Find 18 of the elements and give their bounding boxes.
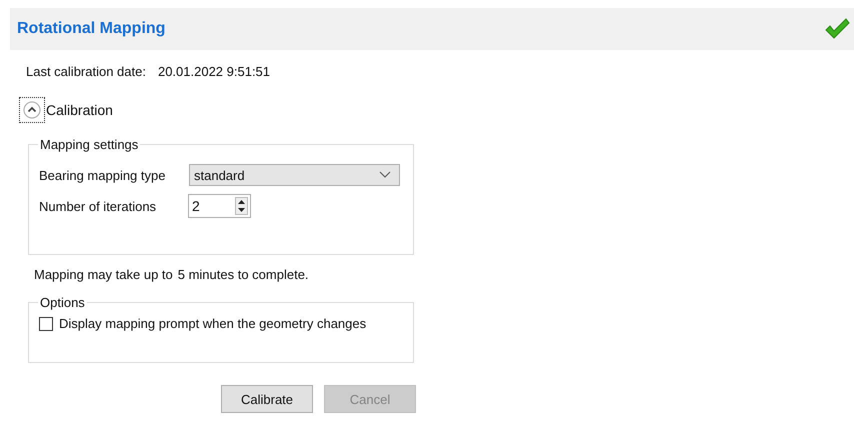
- checkbox-label: Display mapping prompt when the geometry changes: [59, 316, 366, 331]
- note-text: Mapping may take up to: [34, 267, 173, 282]
- group-title: Mapping settings: [39, 137, 140, 152]
- collapse-toggle[interactable]: [19, 97, 45, 123]
- date-value: 20.01.2022 9:51:51: [158, 64, 270, 79]
- section-label: Calibration: [46, 102, 113, 118]
- caret-icon: [379, 171, 391, 179]
- checkbox[interactable]: [39, 316, 53, 330]
- number-spinner[interactable]: 2: [188, 194, 251, 218]
- field-label: Number of iterations: [39, 198, 158, 214]
- note-value: 5 minutes to complete.: [178, 267, 309, 282]
- checkmark-icon: [824, 18, 850, 40]
- panel-title: Rotational Mapping: [17, 20, 166, 38]
- field-label: Bearing mapping type: [39, 168, 166, 182]
- action-button[interactable]: Calibrate: [221, 385, 313, 413]
- group-title: Options: [39, 295, 86, 310]
- dropdown[interactable]: standard: [189, 164, 400, 186]
- date-label: Last calibration date:: [26, 64, 146, 79]
